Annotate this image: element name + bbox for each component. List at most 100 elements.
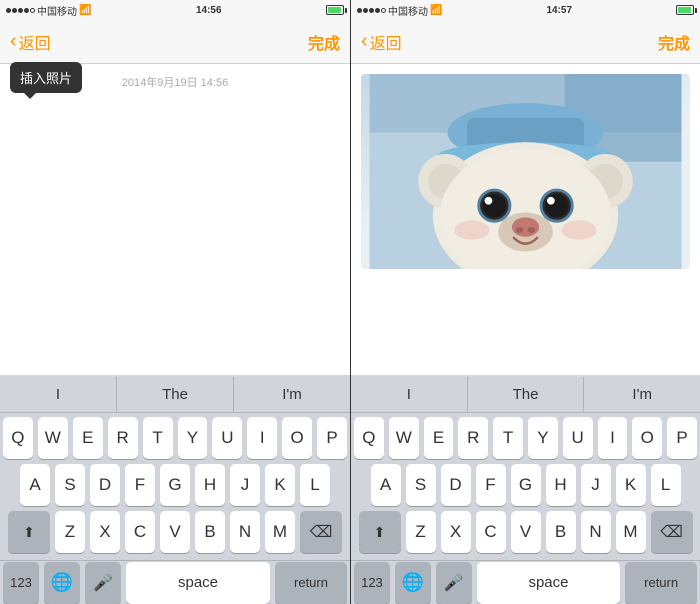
done-button-left[interactable]: 完成 bbox=[308, 30, 340, 54]
key-h-left[interactable]: H bbox=[195, 464, 225, 506]
key-c-right[interactable]: C bbox=[476, 511, 506, 553]
key-mic-right[interactable]: 🎤 bbox=[436, 562, 472, 604]
key-return-left[interactable]: return bbox=[275, 562, 347, 604]
signal-dots-right bbox=[357, 8, 386, 13]
key-shift-left[interactable]: ⬆ bbox=[8, 511, 50, 553]
key-b-right[interactable]: B bbox=[546, 511, 576, 553]
key-globe-left[interactable]: 🌐 bbox=[44, 562, 80, 604]
key-g-left[interactable]: G bbox=[160, 464, 190, 506]
key-z-left[interactable]: Z bbox=[55, 511, 85, 553]
key-j-left[interactable]: J bbox=[230, 464, 260, 506]
key-q-right[interactable]: Q bbox=[354, 417, 384, 459]
key-n-right[interactable]: N bbox=[581, 511, 611, 553]
dot4 bbox=[24, 8, 29, 13]
time-right: 14:57 bbox=[546, 5, 572, 16]
key-z-right[interactable]: Z bbox=[406, 511, 436, 553]
key-t-left[interactable]: T bbox=[143, 417, 173, 459]
key-y-right[interactable]: Y bbox=[528, 417, 558, 459]
key-a-right[interactable]: A bbox=[371, 464, 401, 506]
key-backspace-left[interactable]: ⌫ bbox=[300, 511, 342, 553]
key-e-left[interactable]: E bbox=[73, 417, 103, 459]
key-l-left[interactable]: L bbox=[300, 464, 330, 506]
panel-right: 中国移动 📶 14:57 ‹ 返回 完成 bbox=[350, 0, 700, 604]
key-r-left[interactable]: R bbox=[108, 417, 138, 459]
key-c-left[interactable]: C bbox=[125, 511, 155, 553]
wifi-icon-right: 📶 bbox=[430, 5, 442, 16]
key-p-left[interactable]: P bbox=[317, 417, 347, 459]
dot5 bbox=[30, 8, 35, 13]
status-bar-left: 中国移动 📶 14:56 bbox=[0, 0, 350, 20]
autocomplete-im-right[interactable]: I'm bbox=[584, 377, 700, 412]
keyboard-right: I The I'm Q W E R T Y U I O P A S D F bbox=[351, 375, 700, 604]
key-b-left[interactable]: B bbox=[195, 511, 225, 553]
key-num-right[interactable]: 123 bbox=[354, 562, 390, 604]
key-n-left[interactable]: N bbox=[230, 511, 260, 553]
key-f-right[interactable]: F bbox=[476, 464, 506, 506]
key-m-right[interactable]: M bbox=[616, 511, 646, 553]
battery-fill-right bbox=[678, 7, 691, 13]
back-button-left[interactable]: ‹ 返回 bbox=[10, 30, 51, 54]
key-k-left[interactable]: K bbox=[265, 464, 295, 506]
status-right-right bbox=[676, 5, 694, 15]
key-m-left[interactable]: M bbox=[265, 511, 295, 553]
key-r-right[interactable]: R bbox=[458, 417, 488, 459]
key-v-right[interactable]: V bbox=[511, 511, 541, 553]
carrier-left: 中国移动 bbox=[37, 3, 77, 18]
key-u-right[interactable]: U bbox=[563, 417, 593, 459]
key-x-left[interactable]: X bbox=[90, 511, 120, 553]
key-p-right[interactable]: P bbox=[667, 417, 697, 459]
autocomplete-the-left[interactable]: The bbox=[117, 377, 234, 412]
carrier-right: 中国移动 bbox=[388, 3, 428, 18]
content-area-left: 2014年9月19日 14:56 bbox=[0, 64, 350, 375]
time-left: 14:56 bbox=[196, 5, 222, 16]
key-d-left[interactable]: D bbox=[90, 464, 120, 506]
chevron-left-icon: ‹ bbox=[10, 31, 17, 51]
autocomplete-the-right[interactable]: The bbox=[468, 377, 585, 412]
key-g-right[interactable]: G bbox=[511, 464, 541, 506]
back-button-right[interactable]: ‹ 返回 bbox=[361, 30, 402, 54]
battery-left bbox=[326, 5, 344, 15]
key-space-left[interactable]: space bbox=[126, 562, 270, 604]
key-x-right[interactable]: X bbox=[441, 511, 471, 553]
key-l-right[interactable]: L bbox=[651, 464, 681, 506]
key-d-right[interactable]: D bbox=[441, 464, 471, 506]
key-j-right[interactable]: J bbox=[581, 464, 611, 506]
dot1r bbox=[357, 8, 362, 13]
autocomplete-i-right[interactable]: I bbox=[351, 377, 468, 412]
key-k-right[interactable]: K bbox=[616, 464, 646, 506]
battery-fill-left bbox=[328, 7, 341, 13]
key-num-left[interactable]: 123 bbox=[3, 562, 39, 604]
bottom-bar-right: 123 🌐 🎤 space return bbox=[351, 560, 700, 604]
key-i-right[interactable]: I bbox=[598, 417, 628, 459]
key-shift-right[interactable]: ⬆ bbox=[359, 511, 401, 553]
done-button-right[interactable]: 完成 bbox=[658, 30, 690, 54]
autocomplete-i-left[interactable]: I bbox=[0, 377, 117, 412]
key-s-left[interactable]: S bbox=[55, 464, 85, 506]
autocomplete-im-left[interactable]: I'm bbox=[234, 377, 350, 412]
key-f-left[interactable]: F bbox=[125, 464, 155, 506]
key-h-right[interactable]: H bbox=[546, 464, 576, 506]
status-left: 中国移动 📶 bbox=[6, 3, 91, 18]
key-mic-left[interactable]: 🎤 bbox=[85, 562, 121, 604]
key-y-left[interactable]: Y bbox=[178, 417, 208, 459]
key-space-right[interactable]: space bbox=[477, 562, 621, 604]
key-a-left[interactable]: A bbox=[20, 464, 50, 506]
key-i-left[interactable]: I bbox=[247, 417, 277, 459]
key-w-left[interactable]: W bbox=[38, 417, 68, 459]
key-globe-right[interactable]: 🌐 bbox=[395, 562, 431, 604]
chevron-right-icon: ‹ bbox=[361, 31, 368, 51]
key-e-right[interactable]: E bbox=[424, 417, 454, 459]
key-u-left[interactable]: U bbox=[212, 417, 242, 459]
key-q-left[interactable]: Q bbox=[3, 417, 33, 459]
key-o-right[interactable]: O bbox=[632, 417, 662, 459]
row1-left: Q W E R T Y U I O P bbox=[3, 417, 347, 459]
back-label-right: 返回 bbox=[370, 30, 402, 54]
key-t-right[interactable]: T bbox=[493, 417, 523, 459]
dot3r bbox=[369, 8, 374, 13]
key-return-right[interactable]: return bbox=[625, 562, 697, 604]
key-v-left[interactable]: V bbox=[160, 511, 190, 553]
key-o-left[interactable]: O bbox=[282, 417, 312, 459]
key-s-right[interactable]: S bbox=[406, 464, 436, 506]
key-w-right[interactable]: W bbox=[389, 417, 419, 459]
key-backspace-right[interactable]: ⌫ bbox=[651, 511, 693, 553]
